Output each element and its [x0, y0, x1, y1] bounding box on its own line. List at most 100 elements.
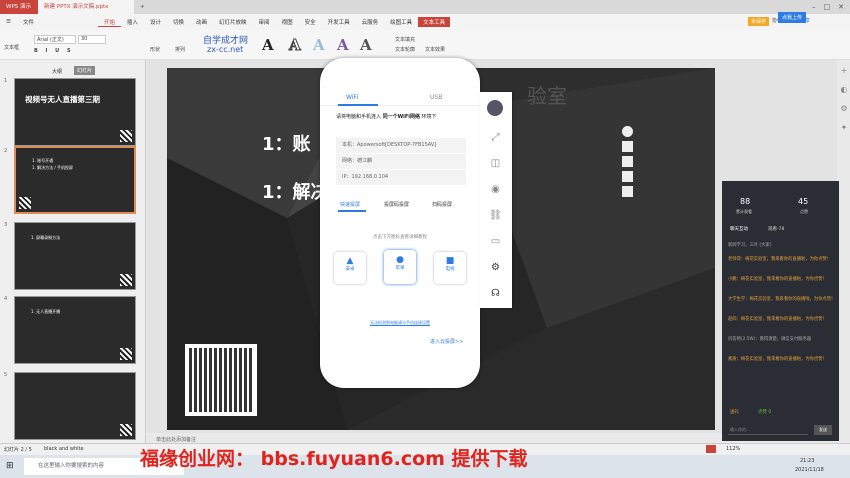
slide-quick-tools	[622, 126, 634, 204]
textbox-button[interactable]: 文本框	[4, 44, 19, 51]
avatar[interactable]	[487, 100, 503, 116]
slide-thumbnail-1[interactable]: 视频号无人直播第三期	[14, 78, 136, 146]
menu-item[interactable]: 动画	[190, 18, 213, 26]
menu-item[interactable]: 视图	[276, 18, 299, 26]
slide-line-2[interactable]: 1：解决	[262, 178, 329, 204]
connection-help-link[interactable]: 无法检测到电脑请与手机连接设置	[320, 320, 480, 326]
gift-button[interactable]: 送礼	[730, 409, 739, 415]
send-button[interactable]: 发送	[814, 425, 832, 435]
menu-item[interactable]: 安全	[299, 18, 322, 26]
shape-icon[interactable]	[622, 171, 633, 182]
zoom-level[interactable]: 112%	[726, 446, 740, 452]
slide-thumbnail-3[interactable]: 1. 屏幕录制方法	[14, 222, 136, 290]
record-icon[interactable]: ◉	[488, 182, 503, 197]
arrange-button[interactable]: 排列	[175, 46, 185, 53]
clock-date: 2021/11/18	[795, 467, 824, 473]
theme-name: black and white	[44, 446, 84, 452]
settings-icon[interactable]: ⚙	[488, 260, 503, 275]
thumb-line: 1. 屏幕录制方法	[31, 235, 61, 240]
mode-underline	[338, 210, 366, 212]
minus-icon[interactable]	[622, 126, 633, 137]
settings-icon[interactable]: ⚙	[840, 104, 847, 113]
minimize-icon[interactable]: –	[812, 3, 816, 11]
close-icon[interactable]: ✕	[838, 3, 844, 11]
tab-chat[interactable]: 聊天互动	[730, 226, 748, 232]
menu-icon[interactable]: ☰	[0, 19, 17, 25]
slide-thumbnail-5[interactable]	[14, 372, 136, 440]
link-icon[interactable]: ⛓	[488, 208, 503, 223]
thumb-number: 5	[4, 372, 8, 378]
menu-item[interactable]: 云服务	[356, 18, 385, 26]
right-tool-strip: + ◐ ⚙ ✦	[838, 66, 850, 186]
menu-item[interactable]: 绘图工具	[384, 18, 418, 26]
wifi-instruction: 请将电脑和手机连入 同一个WiFi网络 环境下	[336, 114, 437, 120]
slide-line-1[interactable]: 1：账	[262, 130, 311, 156]
tv-button[interactable]: ■ 电视	[434, 252, 466, 284]
tab-viewers[interactable]: 观看-78	[768, 226, 784, 232]
animation-icon[interactable]: ✦	[841, 123, 848, 132]
menu-item[interactable]: 审阅	[253, 18, 276, 26]
notes-placeholder[interactable]: 单击此处添加备注	[156, 436, 196, 443]
apple-button[interactable]: ● 苹果	[384, 250, 416, 284]
wordart-style-outline[interactable]: A	[289, 36, 302, 55]
mode-quick[interactable]: 快速投屏	[340, 201, 360, 208]
new-tab-button[interactable]: +	[134, 0, 148, 14]
tab-wifi-underline	[338, 104, 378, 106]
wordart-style-gray[interactable]: A	[360, 36, 372, 54]
menu-item[interactable]: 切换	[167, 18, 190, 26]
maximize-icon[interactable]: □	[824, 3, 831, 11]
add-icon[interactable]: +	[841, 66, 848, 75]
menu-item[interactable]: 幻灯片放映	[213, 18, 253, 26]
thumb-number: 4	[4, 296, 8, 302]
chat-input[interactable]: 输入你的...	[728, 425, 808, 435]
wordart-style-black[interactable]: A	[262, 36, 274, 54]
android-icon: ▲	[346, 256, 354, 266]
chat-message: 问答吧(2.5W)：看得清楚，微信支付服务器	[728, 337, 812, 342]
screenshot-icon[interactable]: ◫	[488, 156, 503, 171]
menu-item[interactable]: 插入	[121, 18, 144, 26]
tab-wifi[interactable]: WiFi	[346, 94, 358, 101]
slide-thumbnail-4[interactable]: 1. 无人直播开播	[14, 296, 136, 364]
monitor-icon[interactable]: ▭	[488, 234, 503, 249]
wordart-style-purple[interactable]: A	[337, 36, 349, 54]
ip-field: IP：192.168.0.104	[336, 170, 466, 185]
mode-scan[interactable]: 扫码投屏	[432, 201, 452, 208]
format-buttons[interactable]: B I U S	[34, 48, 74, 54]
share-button[interactable]: 分享	[800, 17, 810, 24]
wordart-style-blue[interactable]: A	[313, 36, 325, 54]
thumb-line: 1. 无人直播开播	[31, 309, 61, 314]
text-effect-button[interactable]: 文本效果	[425, 46, 445, 53]
menu-item[interactable]: 开始	[97, 18, 121, 27]
slide-thumbnail-2[interactable]: 1. 账号开通 1. 解决方法 / 手机投屏	[14, 146, 136, 214]
menu-item[interactable]: 开发工具	[322, 18, 356, 26]
pen-icon[interactable]	[622, 156, 633, 167]
screen-mirror-window: WiFi USB 请将电脑和手机连入 同一个WiFi网络 环境下 本机：Apow…	[320, 58, 480, 388]
tab-usb[interactable]: USB	[430, 94, 442, 101]
expand-icon[interactable]: ⤢	[488, 130, 503, 145]
tab-slides[interactable]: 幻灯片	[74, 66, 96, 75]
layer-icon[interactable]	[622, 141, 633, 152]
menu-item[interactable]: 设计	[144, 18, 167, 26]
menu-bar: ☰ 文件 开始 插入 设计 切换 动画 幻灯片放映 审阅 视图 安全 开发工具 云服务 绘图工具 文本工…	[0, 14, 850, 30]
text-outline-button[interactable]: 文本轮廓	[395, 46, 415, 53]
font-size-select[interactable]: 30	[78, 35, 106, 44]
shape-button[interactable]: 形状	[150, 46, 160, 53]
tv-icon: ■	[445, 256, 455, 266]
font-select[interactable]: Arial (正文)	[34, 35, 76, 44]
tab-document[interactable]: 新建 PPTX 演示文稿.pptx	[38, 0, 134, 14]
file-menu[interactable]: 文件	[17, 18, 40, 26]
cloud-mirror-link[interactable]: 进入云投屏>>	[430, 338, 463, 345]
view-count-label: 累计观看	[736, 209, 752, 214]
tab-outline[interactable]: 大纲	[52, 68, 62, 75]
mode-code[interactable]: 投屏码投屏	[384, 201, 409, 208]
text-fill-button[interactable]: 文本填充	[395, 36, 415, 43]
windows-start-icon[interactable]: ⊞	[6, 461, 14, 471]
tab-wps-app[interactable]: WPS 演示	[0, 0, 38, 14]
style-icon[interactable]: ◐	[841, 85, 848, 94]
menu-item[interactable]: 文本工具	[418, 17, 451, 27]
headset-icon[interactable]: ☊	[488, 286, 503, 301]
play-icon[interactable]	[706, 445, 716, 453]
android-button[interactable]: ▲ 安卓	[334, 252, 366, 284]
like-button[interactable]: 点赞 0	[758, 409, 771, 415]
crop-icon[interactable]	[622, 186, 633, 197]
